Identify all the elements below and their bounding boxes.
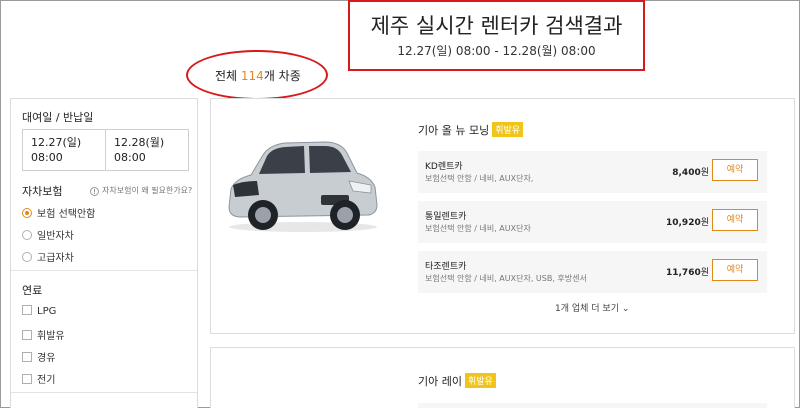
pickup-date-field[interactable]: 12.27(일) 08:00 [22, 129, 106, 171]
insurance-option-label: 고급자차 [37, 253, 74, 264]
car-card: 기아 올 뉴 모닝 휘발유 KD렌트카 보험선택 안함 / 네비, AUX단자, … [210, 98, 795, 334]
rental-price-unit: 원 [700, 268, 709, 278]
car-image [228, 141, 378, 232]
rental-offer-row [418, 403, 767, 408]
more-companies-link[interactable]: 1개 업체 더 보기 ⌄ [555, 301, 629, 314]
pickup-time: 08:00 [31, 151, 63, 164]
sidebar-divider [11, 392, 197, 393]
rental-price-unit: 원 [700, 168, 709, 178]
fuel-option-electric[interactable]: 전기 [22, 371, 55, 386]
filter-sidebar: 대여일 / 반납일 12.27(일) 08:00 12.28(월) 08:00 … [10, 98, 198, 408]
return-date: 12.28(월) [114, 136, 165, 149]
rental-company-name: 통일렌트카 [425, 212, 467, 222]
rental-price-value: 8,400 [672, 168, 701, 178]
rental-options: 보험선택 안함 / 네비, AUX단자, [425, 174, 534, 183]
rental-options: 보험선택 안함 / 네비, AUX단자 [425, 224, 531, 233]
fuel-option-label: LPG [37, 306, 57, 317]
radio-icon [22, 252, 32, 262]
fuel-option-label: 경유 [37, 353, 56, 364]
radio-icon [22, 230, 32, 240]
rental-price: 8,400원 [672, 165, 709, 178]
fuel-option-gasoline[interactable]: 휘발유 [22, 327, 65, 342]
fuel-type-badge: 휘발유 [492, 122, 524, 137]
radio-selected-icon [22, 208, 32, 218]
reserve-button[interactable]: 예약 [712, 209, 758, 231]
result-count: 전체 114개 차종 [215, 67, 301, 84]
fuel-option-diesel[interactable]: 경유 [22, 349, 55, 364]
insurance-help-text: 자차보험이 왜 필요한가요? [102, 186, 193, 195]
rental-offer-row: 타조렌트카 보험선택 안함 / 네비, AUX단자, USB, 후방센서 11,… [418, 251, 767, 293]
car-card: 기아 레이 휘발유 [210, 347, 795, 408]
fuel-option-label: 전기 [37, 375, 56, 386]
sidebar-divider [11, 270, 197, 271]
car-model-text: 기아 올 뉴 모닝 [418, 124, 490, 137]
fuel-option-label: 휘발유 [37, 331, 65, 342]
rental-price-value: 11,760 [665, 268, 701, 278]
fuel-type-badge: 휘발유 [464, 373, 496, 388]
checkbox-icon [22, 330, 32, 340]
rental-company-name: KD렌트카 [425, 162, 463, 172]
return-time: 08:00 [114, 151, 146, 164]
insurance-option-label: 보험 선택안함 [37, 209, 96, 220]
page-title: 제주 실시간 렌터카 검색결과 [370, 14, 623, 38]
insurance-help-link[interactable]: ! 자차보험이 왜 필요한가요? [90, 185, 192, 196]
car-model-name: 기아 레이 휘발유 [418, 373, 496, 389]
return-date-field[interactable]: 12.28(월) 08:00 [105, 129, 189, 171]
reserve-button[interactable]: 예약 [712, 259, 758, 281]
car-model-name: 기아 올 뉴 모닝 휘발유 [418, 122, 524, 138]
pickup-date: 12.27(일) [31, 136, 82, 149]
result-count-prefix: 전체 [215, 69, 241, 83]
rental-price: 10,920원 [666, 215, 709, 228]
insurance-option-premium[interactable]: 고급자차 [22, 249, 74, 264]
rental-options: 보험선택 안함 / 네비, AUX단자, USB, 후방센서 [425, 274, 587, 283]
insurance-option-label: 일반자차 [37, 231, 74, 242]
rental-price-value: 10,920 [665, 218, 701, 228]
info-icon: ! [90, 187, 99, 196]
insurance-label: 자차보험 [22, 185, 63, 198]
checkbox-icon [22, 305, 32, 315]
insurance-option-basic[interactable]: 일반자차 [22, 227, 74, 242]
search-date-range: 12.27(일) 08:00 - 12.28(월) 08:00 [397, 44, 596, 58]
rental-offer-row: KD렌트카 보험선택 안함 / 네비, AUX단자, 8,400원 예약 [418, 151, 767, 193]
rental-price: 11,760원 [666, 265, 709, 278]
insurance-option-none[interactable]: 보험 선택안함 [22, 205, 95, 220]
fuel-label: 연료 [22, 284, 43, 297]
checkbox-icon [22, 374, 32, 384]
car-model-text: 기아 레이 [418, 375, 462, 388]
rental-offer-row: 통일렌트카 보험선택 안함 / 네비, AUX단자 10,920원 예약 [418, 201, 767, 243]
dates-label: 대여일 / 반납일 [22, 111, 94, 124]
result-count-suffix: 개 차종 [263, 69, 301, 83]
reserve-button[interactable]: 예약 [712, 159, 758, 181]
page-header: 제주 실시간 렌터카 검색결과 12.27(일) 08:00 - 12.28(월… [348, 0, 645, 71]
rental-price-unit: 원 [700, 218, 709, 228]
rental-company-name: 타조렌트카 [425, 262, 467, 272]
result-count-number: 114 [240, 69, 264, 83]
checkbox-icon [22, 352, 32, 362]
fuel-option-lpg[interactable]: LPG [22, 305, 56, 317]
